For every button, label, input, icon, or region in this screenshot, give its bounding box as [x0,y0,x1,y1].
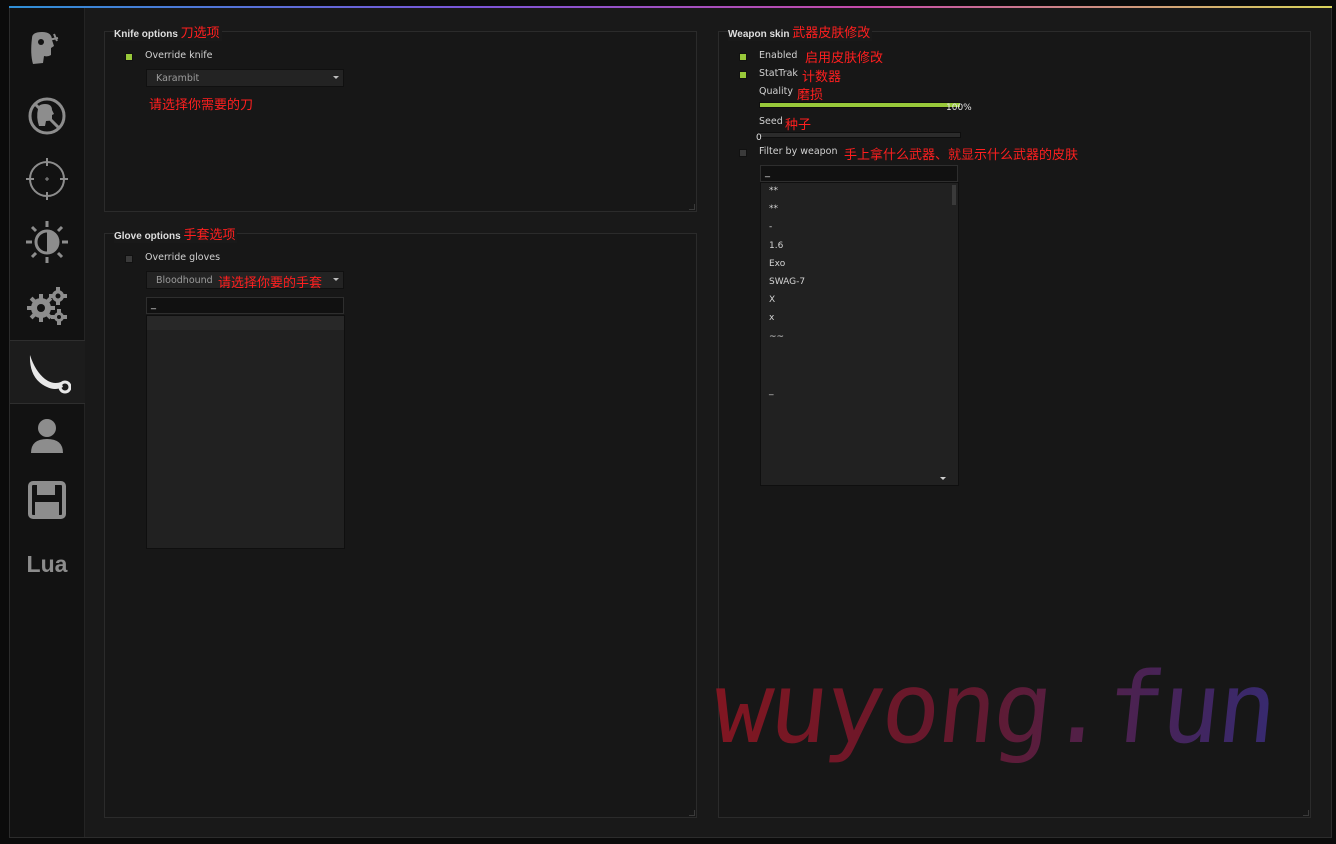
list-scrollbar-thumb[interactable] [952,185,956,205]
knife-model-value: Karambit [156,73,200,84]
list-item[interactable]: 1.6 [769,241,783,251]
list-highlight-row [147,316,344,330]
weapon-skin-search-input[interactable]: _ [760,165,958,182]
crosshair-icon [26,158,68,200]
weapon-skin-title: Weapon skin 武器皮肤修改 [728,22,873,41]
quality-slider[interactable] [759,102,961,108]
glove-options-title: Glove options 手套选项 [114,224,238,243]
quality-label: Quality [759,86,793,97]
override-gloves-checkbox[interactable] [125,255,133,263]
quality-note: 磨损 [797,88,824,103]
override-knife-checkbox[interactable] [125,53,133,61]
list-item[interactable]: Exo [769,259,785,269]
tab-misc[interactable] [10,274,84,336]
tab-ragebot[interactable] [10,20,84,82]
list-item[interactable]: ~~ [769,332,784,342]
quality-slider-fill [760,103,960,107]
enabled-label: Enabled [759,50,798,61]
tab-lua[interactable]: Lua [10,533,84,595]
override-knife-label: Override knife [145,50,213,61]
weapon-skin-list[interactable]: ** ** - 1.6 Exo SWAG-7 Xx ~~ _ [760,182,959,486]
glove-options-note: 手套选项 [183,228,236,243]
tab-legitbot[interactable] [10,148,84,210]
seed-label: Seed [759,116,783,127]
tab-skins[interactable] [10,340,85,404]
rainbow-accent-bar [9,6,1332,8]
visuals-contrast-icon [26,221,68,263]
weapon-skin-note: 武器皮肤修改 [792,26,871,41]
knife-icon [29,355,71,394]
glove-skin-list[interactable] [146,315,345,549]
list-item[interactable]: X [769,295,775,305]
stattrak-note: 计数器 [802,70,842,85]
tab-players[interactable] [10,405,84,467]
list-item[interactable]: - [769,222,772,232]
knife-options-note: 刀选项 [180,26,220,41]
scroll-down-icon[interactable] [940,477,946,480]
stattrak-label: StatTrak [759,68,798,79]
watermark-text: wuyong.fun [708,652,1281,766]
chevron-down-icon [333,76,339,79]
filter-by-weapon-label: Filter by weapon [759,146,838,157]
knife-model-note: 请选择你需要的刀 [149,98,254,113]
list-item[interactable]: x [769,313,774,323]
knife-options-title: Knife options 刀选项 [114,22,222,41]
list-item[interactable]: ** [769,204,778,214]
gears-icon [27,287,67,325]
user-icon [31,419,63,453]
enabled-checkbox[interactable] [739,53,747,61]
antiaim-head-icon [28,97,66,135]
knife-model-dropdown[interactable]: Karambit [146,69,344,87]
quality-value: 100% [946,103,972,113]
sidebar: Lua [10,8,85,837]
seed-slider[interactable] [759,132,961,138]
glove-model-note: 请选择你要的手套 [218,276,323,291]
list-item[interactable]: SWAG-7 [769,277,805,287]
glove-model-value: Bloodhound [156,275,213,286]
filter-by-weapon-note: 手上拿什么武器、就显示什么武器的皮肤 [844,148,1079,163]
seed-value: 0 [756,133,762,143]
override-gloves-label: Override gloves [145,252,221,263]
glove-search-input[interactable]: _ [146,297,344,314]
tab-config[interactable] [10,469,84,531]
list-item[interactable]: _ [769,386,774,396]
ragebot-head-icon [31,32,59,64]
save-icon [28,481,66,519]
stattrak-checkbox[interactable] [739,71,747,79]
seed-note: 种子 [785,118,812,133]
filter-by-weapon-checkbox[interactable] [739,149,747,157]
tab-visuals[interactable] [10,211,84,273]
lua-label: Lua [26,550,68,577]
list-item[interactable]: ** [769,186,778,196]
tab-antiaim[interactable] [10,85,84,147]
chevron-down-icon [333,278,339,281]
enabled-note: 启用皮肤修改 [805,51,884,66]
